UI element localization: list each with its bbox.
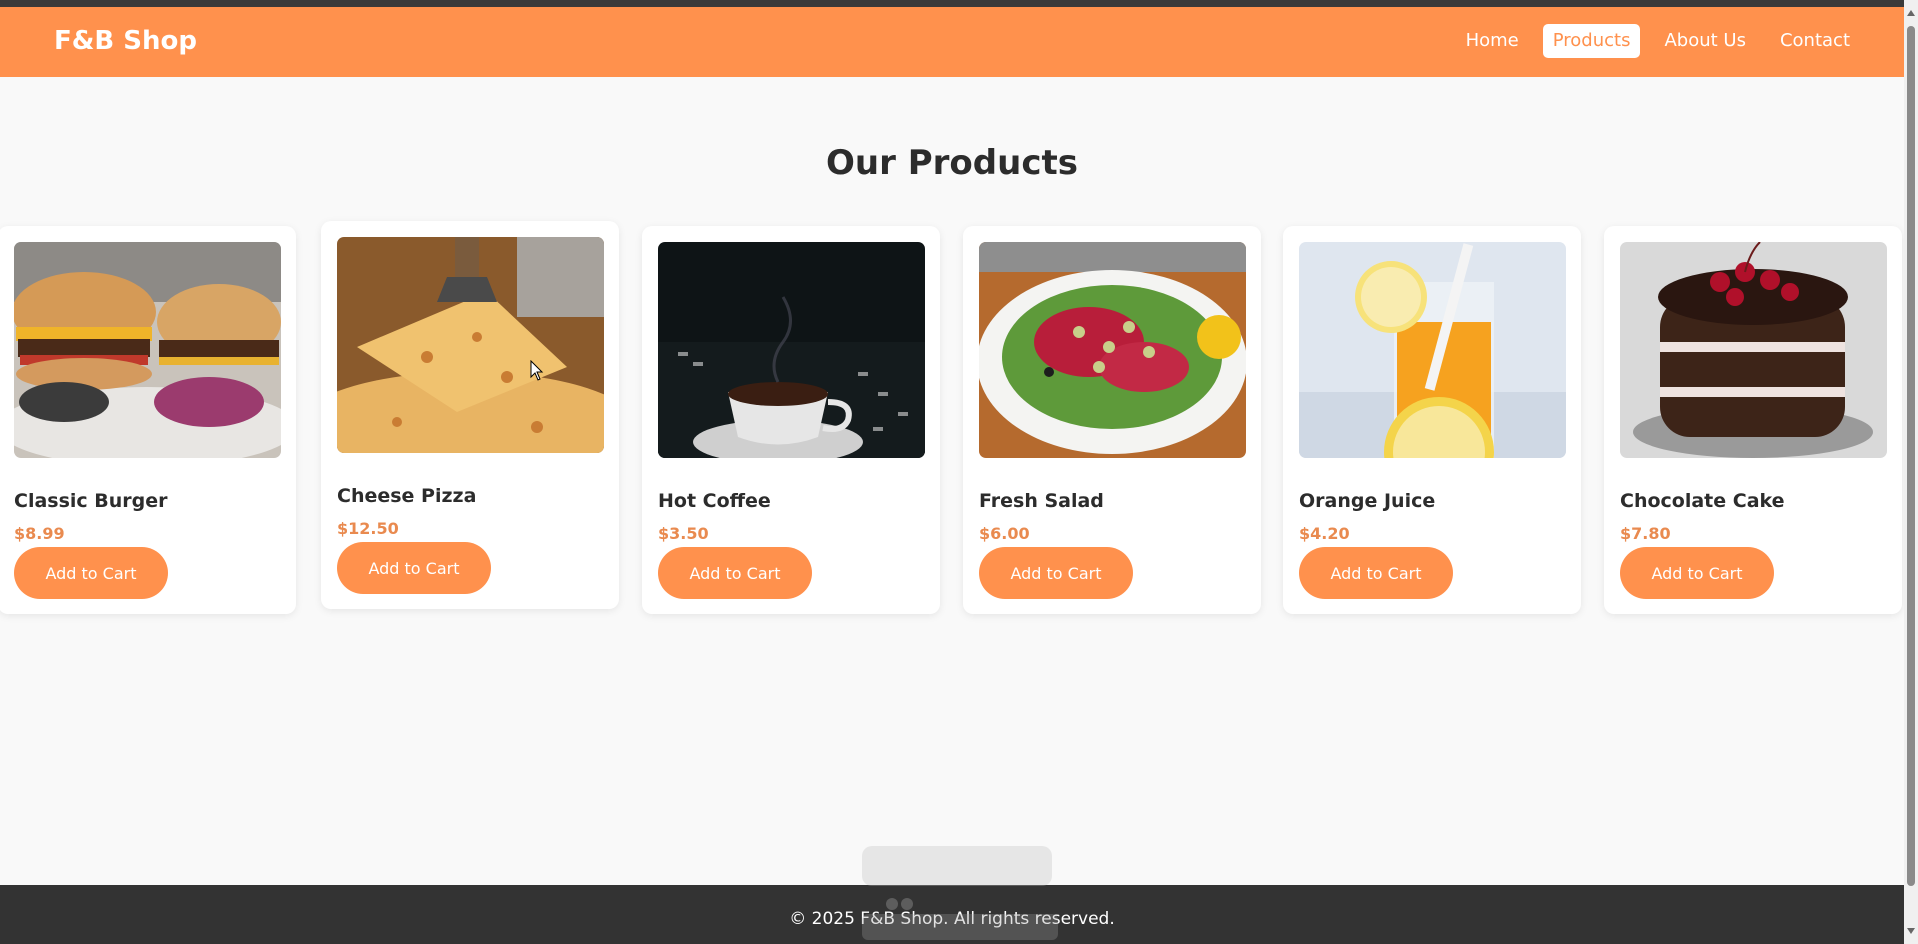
- product-price: $3.50: [658, 524, 709, 543]
- product-card: Orange Juice $4.20 Add to Cart: [1283, 226, 1581, 614]
- product-name: Orange Juice: [1299, 490, 1436, 512]
- footer-copyright: © 2025 F&B Shop. All rights reserved.: [789, 909, 1115, 929]
- product-name: Cheese Pizza: [337, 485, 477, 507]
- cake-image: [1620, 242, 1887, 458]
- scrollbar-thumb[interactable]: [1907, 26, 1915, 886]
- product-name: Fresh Salad: [979, 490, 1104, 512]
- add-to-cart-button[interactable]: Add to Cart: [337, 542, 491, 594]
- site-logo[interactable]: F&B Shop: [54, 26, 197, 56]
- coffee-image: [658, 242, 925, 458]
- nav-link-contact[interactable]: Contact: [1770, 24, 1860, 58]
- window-top-strip: [0, 0, 1904, 7]
- add-to-cart-button[interactable]: Add to Cart: [658, 547, 812, 599]
- add-to-cart-button[interactable]: Add to Cart: [979, 547, 1133, 599]
- mouse-cursor-icon: [530, 360, 544, 381]
- navbar: F&B Shop Home Products About Us Contact: [0, 7, 1904, 77]
- pizza-image: [337, 237, 604, 453]
- salad-image: [979, 242, 1246, 458]
- product-price: $6.00: [979, 524, 1030, 543]
- section-title: Our Products: [826, 143, 1078, 183]
- nav-links: Home Products About Us Contact: [1456, 24, 1860, 58]
- product-card: Hot Coffee $3.50 Add to Cart: [642, 226, 940, 614]
- nav-link-home[interactable]: Home: [1456, 24, 1529, 58]
- nav-link-products[interactable]: Products: [1542, 24, 1641, 58]
- product-card: Fresh Salad $6.00 Add to Cart: [963, 226, 1261, 614]
- add-to-cart-button[interactable]: Add to Cart: [14, 547, 168, 599]
- product-card: Chocolate Cake $7.80 Add to Cart: [1604, 226, 1902, 614]
- product-price: $12.50: [337, 519, 399, 538]
- product-price: $8.99: [14, 524, 65, 543]
- add-to-cart-button[interactable]: Add to Cart: [1620, 547, 1774, 599]
- nav-link-about-us[interactable]: About Us: [1654, 24, 1756, 58]
- scroll-down-arrow-icon[interactable]: [1907, 928, 1915, 934]
- product-price: $7.80: [1620, 524, 1671, 543]
- scroll-up-arrow-icon[interactable]: [1907, 10, 1915, 16]
- product-price: $4.20: [1299, 524, 1350, 543]
- product-name: Hot Coffee: [658, 490, 771, 512]
- product-card: Classic Burger $8.99 Add to Cart: [0, 226, 296, 614]
- product-card: Cheese Pizza $12.50 Add to Cart: [321, 221, 619, 609]
- add-to-cart-button[interactable]: Add to Cart: [1299, 547, 1453, 599]
- juice-image: [1299, 242, 1566, 458]
- footer: © 2025 F&B Shop. All rights reserved.: [0, 885, 1904, 944]
- vertical-scrollbar[interactable]: [1904, 0, 1918, 944]
- product-name: Chocolate Cake: [1620, 490, 1785, 512]
- burger-image: [14, 242, 281, 458]
- product-name: Classic Burger: [14, 490, 168, 512]
